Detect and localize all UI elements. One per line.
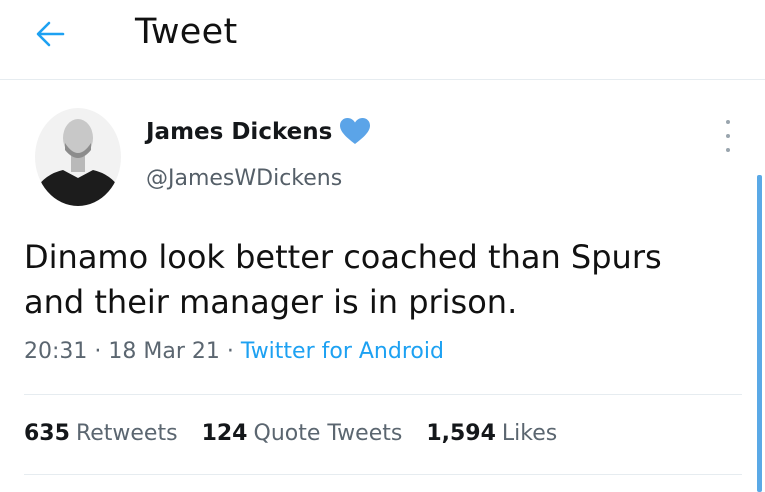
vertical-dots-icon [726, 120, 730, 124]
author-row: James Dickens [146, 118, 371, 146]
back-button[interactable] [30, 16, 70, 52]
divider [24, 474, 742, 475]
quote-tweets-count: 124 [201, 421, 248, 446]
tweet-meta: 20:31 · 18 Mar 21 · Twitter for Android [24, 339, 444, 364]
divider [24, 394, 742, 395]
author-handle[interactable]: @JamesWDickens [146, 166, 342, 191]
quote-tweets-label: Quote Tweets [253, 421, 403, 446]
tweet-text-line: Dinamo look better coached than Spurs [24, 238, 662, 276]
author-name[interactable]: James Dickens [146, 119, 332, 145]
retweets-stat[interactable]: 635 Retweets [24, 421, 178, 446]
quote-tweets-stat[interactable]: 124 Quote Tweets [202, 421, 403, 446]
tweet-time: 20:31 [24, 339, 88, 364]
avatar[interactable] [35, 108, 121, 206]
scrollbar[interactable] [757, 175, 762, 492]
arrow-left-icon [36, 21, 65, 47]
retweets-label: Retweets [75, 421, 178, 446]
page-title: Tweet [135, 12, 238, 52]
retweets-count: 635 [24, 421, 70, 446]
separator-dot: · [94, 339, 102, 364]
engagement-stats: 635 Retweets 124 Quote Tweets 1,594 Likes [24, 421, 581, 446]
tweet-text-line: and their manager is in prison. [24, 283, 518, 321]
tweet-source-link[interactable]: Twitter for Android [241, 339, 444, 364]
tweet-text: Dinamo look better coached than Spurs an… [24, 235, 724, 325]
likes-stat[interactable]: 1,594 Likes [426, 421, 557, 446]
heart-icon [340, 118, 371, 146]
more-options-button[interactable] [718, 120, 738, 152]
separator-dot: · [226, 339, 234, 364]
likes-count: 1,594 [426, 421, 496, 446]
top-app-bar: Tweet [0, 0, 765, 80]
likes-label: Likes [501, 421, 558, 446]
tweet-date: 18 Mar 21 [108, 339, 220, 364]
